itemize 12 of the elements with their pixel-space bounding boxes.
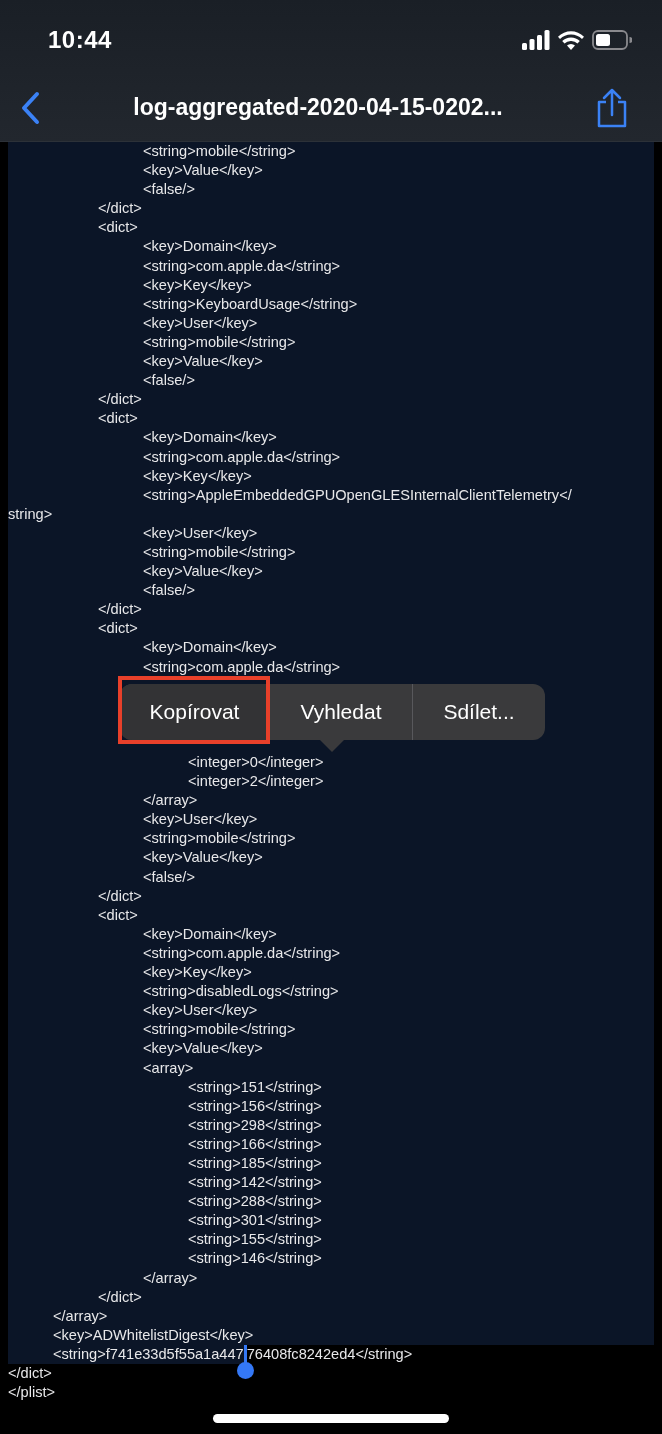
share-icon[interactable] <box>596 87 628 128</box>
code-line: 76408fc8242ed4</string> <box>246 1344 413 1364</box>
status-time: 10:44 <box>48 26 112 54</box>
menu-item[interactable]: Vyhledat <box>270 683 413 740</box>
file-title: log-aggregated-2020-04-15-0202... <box>132 94 504 121</box>
battery-icon <box>592 30 632 50</box>
code-line: </dict> <box>8 1364 53 1383</box>
menu-item[interactable]: Sdílet... <box>413 683 545 740</box>
wifi-icon <box>558 30 584 50</box>
signal-icon <box>522 30 550 50</box>
code-line: </plist> <box>8 1383 57 1403</box>
back-icon[interactable] <box>20 90 40 125</box>
